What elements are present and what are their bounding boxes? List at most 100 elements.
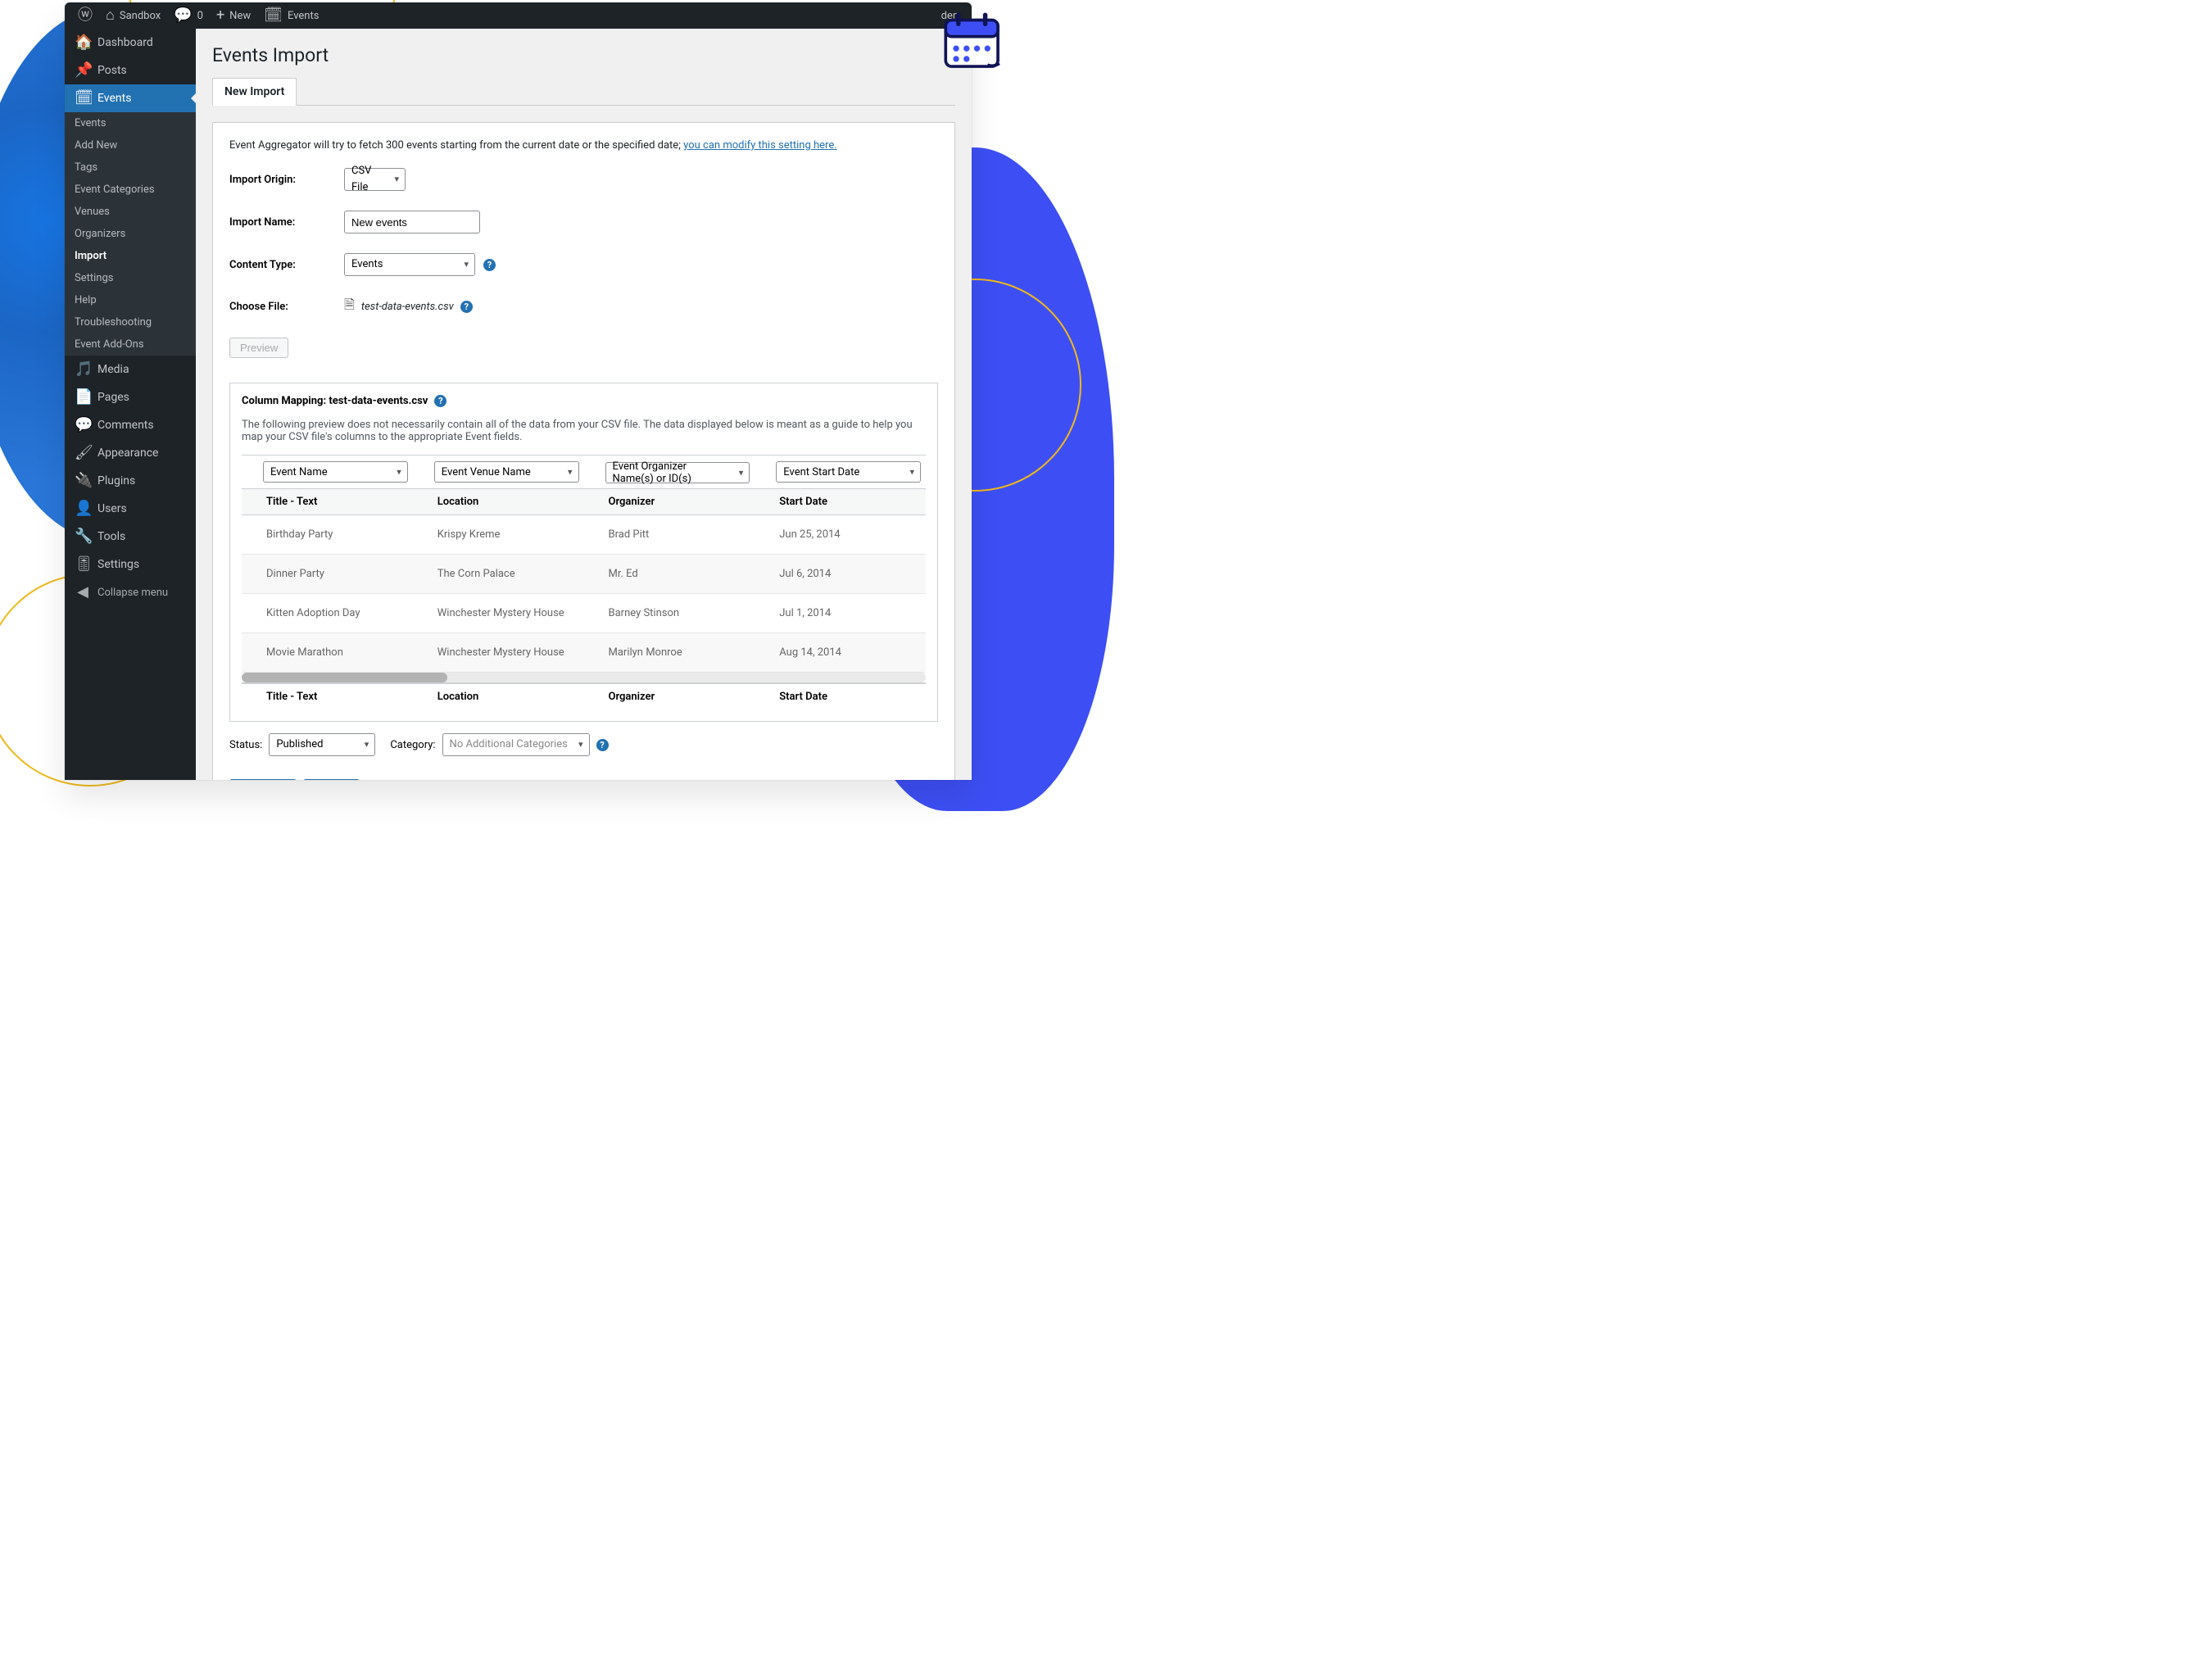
column-label: Start Date [755, 683, 926, 709]
site-name-text: Sandbox [120, 10, 161, 22]
content-type-select[interactable]: Events [344, 253, 475, 276]
help-icon[interactable]: ? [434, 395, 446, 407]
comment-icon: 💬 [174, 8, 192, 23]
intro-text: Event Aggregator will try to fetch 300 e… [229, 139, 938, 152]
import-origin-label: Import Origin: [229, 174, 336, 186]
table-cell: Movie Marathon [242, 633, 413, 673]
submenu-item[interactable]: Events [65, 112, 196, 134]
import-name-label: Import Name: [229, 216, 336, 229]
tab-new-import[interactable]: New Import [212, 78, 297, 106]
preview-button[interactable]: Preview [229, 338, 288, 358]
wp-logo-icon[interactable]: ⓦ [71, 2, 99, 29]
menu-events[interactable]: 🗓Events [65, 84, 196, 112]
column-label: Organizer [584, 489, 755, 515]
submenu-item[interactable]: Tags [65, 156, 196, 179]
menu-tools[interactable]: 🔧Tools [65, 523, 196, 551]
table-cell: Barney Stinson [584, 594, 755, 633]
plus-icon: + [216, 8, 224, 23]
menu-appearance[interactable]: 🖌Appearance [65, 439, 196, 467]
import-all-button[interactable]: Import All [229, 779, 297, 780]
new-content-link[interactable]: + New [210, 2, 257, 29]
site-name-link[interactable]: ⌂ Sandbox [99, 2, 167, 29]
table-cell: Jul 6, 2014 [755, 555, 926, 594]
column-label: Title - Text [242, 489, 413, 515]
modify-setting-link[interactable]: you can modify this setting here. [683, 139, 836, 152]
submenu-item[interactable]: Organizers [65, 223, 196, 245]
home-icon: ⌂ [106, 8, 115, 23]
help-icon[interactable]: ? [596, 739, 609, 751]
collapse-icon: ◀ [75, 585, 91, 600]
help-icon[interactable]: ? [460, 301, 473, 313]
table-cell: Aug 14, 2014 [755, 633, 926, 673]
comment-icon: 💬 [75, 418, 91, 433]
page-icon: 📄 [75, 390, 91, 405]
menu-media[interactable]: 🎵Media [65, 356, 196, 383]
submenu-item[interactable]: Add New [65, 134, 196, 156]
menu-comments[interactable]: 💬Comments [65, 411, 196, 439]
calendar-icon: 🗓 [75, 91, 91, 106]
table-row: Dinner PartyThe Corn PalaceMr. EdJul 6, … [242, 555, 926, 594]
table-horizontal-scrollbar[interactable] [242, 673, 926, 682]
table-row: Movie MarathonWinchester Mystery HouseMa… [242, 633, 926, 673]
column-label: Location [413, 683, 584, 709]
content-type-label: Content Type: [229, 259, 336, 271]
events-admin-link[interactable]: 🗓Events [257, 2, 325, 29]
table-cell: Marilyn Monroe [584, 633, 755, 673]
mapping-description: The following preview does not necessari… [242, 419, 926, 443]
submenu-item[interactable]: Venues [65, 201, 196, 223]
table-row: Birthday PartyKrispy KremeBrad PittJun 2… [242, 515, 926, 555]
column-map-select[interactable]: Event Organizer Name(s) or ID(s) [605, 462, 750, 483]
table-row: Kitten Adoption DayWinchester Mystery Ho… [242, 594, 926, 633]
menu-users[interactable]: 👤Users [65, 495, 196, 523]
column-map-select[interactable]: Event Venue Name [434, 461, 579, 483]
column-map-select[interactable]: Event Start Date [776, 461, 921, 483]
table-cell: Krispy Kreme [413, 515, 584, 555]
submenu-item[interactable]: Settings [65, 267, 196, 289]
submenu-item[interactable]: Troubleshooting [65, 311, 196, 333]
table-cell: Mr. Ed [584, 555, 755, 594]
wrench-icon: 🔧 [75, 529, 91, 544]
submenu-item[interactable]: Import [65, 245, 196, 267]
events-submenu: EventsAdd NewTagsEvent CategoriesVenuesO… [65, 112, 196, 356]
selected-file-name: test-data-events.csv [361, 301, 454, 313]
status-select[interactable]: Published [269, 733, 375, 756]
column-label: Start Date [755, 489, 926, 515]
column-label: Title - Text [242, 683, 413, 709]
plug-icon: 🔌 [75, 474, 91, 488]
import-panel: Event Aggregator will try to fetch 300 e… [212, 122, 955, 780]
table-cell: Winchester Mystery House [413, 594, 584, 633]
dashboard-icon: 🏠 [75, 35, 91, 50]
choose-file-label: Choose File: [229, 301, 336, 313]
category-select[interactable]: No Additional Categories [442, 733, 590, 756]
page-title: Events Import [212, 37, 955, 70]
table-cell: Jun 25, 2014 [755, 515, 926, 555]
column-mapping-section: Column Mapping: test-data-events.csv ? T… [229, 383, 938, 722]
column-label: Organizer [584, 683, 755, 709]
submenu-item[interactable]: Event Add-Ons [65, 333, 196, 356]
help-icon[interactable]: ? [483, 259, 496, 271]
admin-bar: ⓦ ⌂Sandbox 💬0 +New 🗓Events den [65, 2, 972, 29]
submenu-item[interactable]: Help [65, 289, 196, 311]
mapping-table: Event Name Event Venue Name Event Organize… [242, 455, 926, 673]
menu-plugins[interactable]: 🔌Plugins [65, 467, 196, 495]
table-cell: Birthday Party [242, 515, 413, 555]
menu-posts[interactable]: 📌Posts [65, 57, 196, 84]
import-origin-select[interactable]: CSV File [344, 168, 406, 191]
events-label: Events [288, 10, 319, 22]
new-label: New [229, 10, 251, 22]
submenu-item[interactable]: Event Categories [65, 179, 196, 201]
collapse-menu[interactable]: ◀Collapse menu [65, 578, 196, 606]
cancel-button[interactable]: Cancel [303, 779, 359, 780]
table-cell: Brad Pitt [584, 515, 755, 555]
menu-settings[interactable]: 🎚Settings [65, 551, 196, 578]
column-map-select[interactable]: Event Name [263, 461, 408, 483]
menu-pages[interactable]: 📄Pages [65, 383, 196, 411]
user-icon: 👤 [75, 501, 91, 516]
table-cell: Kitten Adoption Day [242, 594, 413, 633]
main-content: Events Import New Import Event Aggregato… [196, 29, 972, 780]
comments-link[interactable]: 💬0 [167, 2, 210, 29]
mapping-heading: Column Mapping: test-data-events.csv ? [242, 395, 926, 407]
import-name-input[interactable] [344, 211, 480, 233]
brush-icon: 🖌 [75, 446, 91, 460]
menu-dashboard[interactable]: 🏠Dashboard [65, 29, 196, 57]
